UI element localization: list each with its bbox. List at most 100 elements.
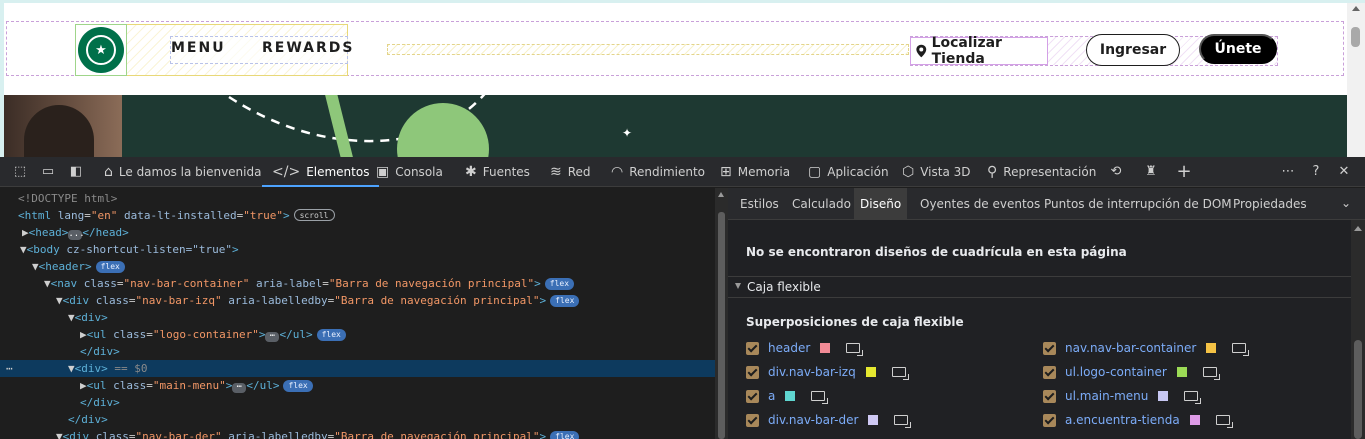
overlay-label[interactable]: ul.logo-container xyxy=(1065,365,1167,379)
issues-icon[interactable]: ⟲ xyxy=(1108,164,1124,180)
device-toolbar-icon[interactable]: ▭ xyxy=(40,164,56,180)
highlight-element-icon[interactable] xyxy=(811,391,829,404)
tab-welcome[interactable]: ⌂ Le damos la bienvenida xyxy=(104,157,261,187)
dom-line[interactable]: ▼<body cz-shortcut-listen="true"> xyxy=(0,241,715,258)
overlay-label[interactable]: div.nav-bar-der xyxy=(768,413,858,427)
tab-rendering[interactable]: ⚲ Representación xyxy=(987,157,1096,187)
flex-overlay-row[interactable]: div.nav-bar-der xyxy=(746,412,912,428)
overlay-color-swatch[interactable] xyxy=(820,343,831,353)
lighthouse-icon[interactable]: ♜ xyxy=(1143,164,1159,180)
overlay-color-swatch[interactable] xyxy=(1158,391,1169,401)
flex-overlay-row[interactable]: a xyxy=(746,388,829,404)
tab-3d-view[interactable]: ⬡ Vista 3D xyxy=(902,157,971,187)
dom-line[interactable]: </div> xyxy=(0,343,715,360)
overlay-label[interactable]: div.nav-bar-izq xyxy=(768,365,856,379)
tab-event-listeners[interactable]: Oyentes de eventos xyxy=(914,188,1046,220)
scroll-up-icon[interactable] xyxy=(718,192,724,197)
tab-computed[interactable]: Calculado xyxy=(786,188,857,220)
overlay-label[interactable]: ul.main-menu xyxy=(1065,389,1148,403)
overlay-checkbox[interactable] xyxy=(1043,413,1056,427)
dom-line[interactable]: <html lang="en" data-lt-installed="true"… xyxy=(0,207,715,224)
flex-overlay-row[interactable]: div.nav-bar-izq xyxy=(746,364,909,380)
page-scroll-thumb[interactable] xyxy=(1351,27,1360,47)
dom-line[interactable]: </div> xyxy=(0,394,715,411)
overlay-color-swatch[interactable] xyxy=(785,391,796,401)
dom-line[interactable]: ▼<header> flex xyxy=(0,258,715,275)
chevron-down-icon[interactable]: ⌄ xyxy=(1341,196,1351,210)
overlay-checkbox[interactable] xyxy=(746,365,759,379)
flex-badge[interactable]: flex xyxy=(95,261,125,273)
overlay-checkbox[interactable] xyxy=(1043,365,1056,379)
flex-overlay-row[interactable]: header xyxy=(746,340,864,356)
elements-scrollbar[interactable] xyxy=(715,188,728,439)
tab-styles[interactable]: Estilos xyxy=(734,188,785,220)
dom-line[interactable]: ▼<div class="nav-bar-der" aria-labelledb… xyxy=(0,428,715,439)
ellipsis-badge[interactable]: ⋯ xyxy=(232,383,247,393)
overlay-checkbox[interactable] xyxy=(746,413,759,427)
collapse-triangle-icon[interactable]: ▼ xyxy=(56,430,63,439)
overlay-color-swatch[interactable] xyxy=(1176,367,1187,377)
rewards-link[interactable]: REWARDS xyxy=(262,40,354,56)
flex-badge[interactable]: flex xyxy=(283,380,313,392)
tab-performance[interactable]: ◠ Rendimiento xyxy=(611,157,705,187)
overlay-label[interactable]: a.encuentra-tienda xyxy=(1065,413,1180,427)
dom-line[interactable]: ▼<nav class="nav-bar-container" aria-lab… xyxy=(0,275,715,292)
ellipsis-badge[interactable]: ... xyxy=(68,230,85,240)
layout-scroll-thumb[interactable] xyxy=(1354,340,1362,439)
tab-memory[interactable]: ⊞ Memoria xyxy=(720,157,790,187)
overlay-checkbox[interactable] xyxy=(1043,389,1056,403)
collapse-triangle-icon[interactable]: ▼ xyxy=(68,362,75,375)
highlight-element-icon[interactable] xyxy=(1202,367,1220,380)
tab-layout[interactable]: Diseño xyxy=(854,188,908,220)
collapse-triangle-icon[interactable]: ▼ xyxy=(20,243,27,256)
highlight-element-icon[interactable] xyxy=(1184,391,1202,404)
scroll-up-icon[interactable] xyxy=(1352,6,1360,11)
overlay-checkbox[interactable] xyxy=(1043,341,1056,355)
starbucks-logo[interactable]: ★ xyxy=(78,27,124,73)
tab-console[interactable]: ▣ Consola xyxy=(376,157,443,187)
tab-properties[interactable]: Propiedades xyxy=(1227,188,1313,220)
collapse-triangle-icon[interactable]: ▼ xyxy=(32,260,39,273)
dom-line[interactable]: ▶<head>...</head> xyxy=(0,224,715,241)
overlay-label[interactable]: a xyxy=(768,389,775,403)
inspect-icon[interactable]: ⬚ xyxy=(12,164,28,180)
overlay-color-swatch[interactable] xyxy=(1206,343,1217,353)
more-tools-plus-icon[interactable]: + xyxy=(1176,163,1192,181)
join-button[interactable]: Únete xyxy=(1199,34,1277,64)
flex-badge[interactable]: flex xyxy=(550,431,580,439)
expand-triangle-icon[interactable]: ▶ xyxy=(80,379,87,392)
flex-overlay-row[interactable]: ul.logo-container xyxy=(1043,364,1220,380)
dom-line[interactable]: ▼<div class="nav-bar-izq" aria-labelledb… xyxy=(0,292,715,309)
layout-scrollbar[interactable] xyxy=(1351,220,1365,439)
more-dots-icon[interactable]: ⋯ xyxy=(6,360,13,377)
tab-sources[interactable]: ✱ Fuentes xyxy=(465,157,530,187)
flexbox-section-header[interactable]: Caja flexible xyxy=(728,276,1351,298)
scroll-badge[interactable]: scroll xyxy=(293,209,335,221)
dock-side-icon[interactable]: ◧ xyxy=(68,164,84,180)
close-icon[interactable]: ✕ xyxy=(1336,164,1352,180)
collapse-triangle-icon[interactable]: ▼ xyxy=(68,311,75,324)
tab-application[interactable]: ▢ Aplicación xyxy=(808,157,889,187)
collapse-triangle-icon[interactable] xyxy=(735,283,741,289)
highlight-element-icon[interactable] xyxy=(1232,343,1250,356)
overlay-checkbox[interactable] xyxy=(746,389,759,403)
overlay-label[interactable]: header xyxy=(768,341,810,355)
highlight-element-icon[interactable] xyxy=(894,415,912,428)
highlight-element-icon[interactable] xyxy=(891,367,909,380)
ellipsis-badge[interactable]: ⋯ xyxy=(265,332,280,342)
overlay-color-swatch[interactable] xyxy=(1189,415,1200,425)
elements-scroll-thumb[interactable] xyxy=(718,212,725,439)
scroll-up-icon[interactable] xyxy=(1354,226,1362,231)
highlight-element-icon[interactable] xyxy=(1215,415,1233,428)
dom-line[interactable]: <!DOCTYPE html> xyxy=(0,190,715,207)
overlay-color-swatch[interactable] xyxy=(865,367,876,377)
flex-badge[interactable]: flex xyxy=(316,329,346,341)
overlay-checkbox[interactable] xyxy=(746,341,759,355)
tab-dom-breakpoints[interactable]: Puntos de interrupción de DOM xyxy=(1038,188,1238,220)
dom-line[interactable]: </div> xyxy=(0,411,715,428)
collapse-triangle-icon[interactable]: ▼ xyxy=(56,294,63,307)
flex-overlay-row[interactable]: ul.main-menu xyxy=(1043,388,1202,404)
page-scrollbar[interactable] xyxy=(1347,3,1365,157)
more-options-icon[interactable]: ⋯ xyxy=(1280,164,1296,180)
collapse-triangle-icon[interactable]: ▼ xyxy=(44,277,51,290)
